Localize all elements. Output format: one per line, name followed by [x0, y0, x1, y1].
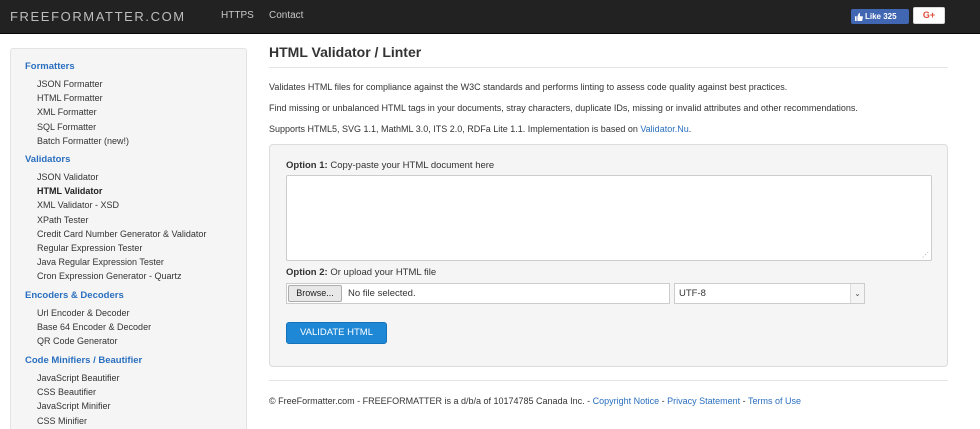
sidebar-section-title[interactable]: Code Minifiers / Beautifier — [25, 355, 142, 366]
intro-paragraph: Validates HTML files for compliance agai… — [269, 82, 788, 92]
sidebar-item-json-formatter[interactable]: JSON Formatter — [37, 79, 103, 89]
terms-of-use-link[interactable]: Terms of Use — [748, 396, 801, 406]
nav-link-contact[interactable]: Contact — [269, 10, 303, 21]
input-panel: Option 1: Copy-paste your HTML document … — [269, 144, 948, 367]
brand-logo[interactable]: FREEFORMATTER.COM — [10, 9, 186, 24]
sidebar-item-url-encoder-decoder[interactable]: Url Encoder & Decoder — [37, 308, 130, 318]
fb-like-label: Like 325 — [865, 12, 897, 21]
html-input-textarea[interactable]: ⋰ — [286, 175, 932, 261]
file-status-text: No file selected. — [348, 288, 416, 299]
top-navbar: FREEFORMATTER.COM HTTPS Contact Like 325… — [0, 0, 980, 34]
sidebar-item-base-64-encoder-decoder[interactable]: Base 64 Encoder & Decoder — [37, 322, 151, 332]
footer-divider — [269, 380, 948, 381]
charset-value: UTF-8 — [679, 288, 706, 299]
browse-button[interactable]: Browse... — [288, 285, 342, 302]
supports-paragraph: Supports HTML5, SVG 1.1, MathML 3.0, ITS… — [269, 124, 691, 134]
option2-prefix: Option 2: — [286, 267, 328, 278]
title-divider — [269, 67, 948, 68]
description-paragraph: Find missing or unbalanced HTML tags in … — [269, 103, 858, 113]
sidebar-item-credit-card-number-generator-validator[interactable]: Credit Card Number Generator & Validator — [37, 229, 206, 239]
footer: © FreeFormatter.com - FREEFORMATTER is a… — [269, 396, 801, 406]
supports-end: . — [688, 124, 692, 134]
sidebar-item-java-regular-expression-tester[interactable]: Java Regular Expression Tester — [37, 257, 164, 267]
sidebar-item-regular-expression-tester[interactable]: Regular Expression Tester — [37, 243, 142, 253]
sidebar-item-sql-formatter[interactable]: SQL Formatter — [37, 122, 96, 132]
sidebar-item-xml-formatter[interactable]: XML Formatter — [37, 107, 97, 117]
sidebar-section-title[interactable]: Validators — [25, 154, 70, 165]
option2-text: Or upload your HTML file — [327, 267, 437, 278]
file-upload-input[interactable]: Browse... No file selected. — [286, 283, 670, 304]
option2-label: Option 2: Or upload your HTML file — [286, 267, 436, 278]
validate-html-button[interactable]: VALIDATE HTML — [286, 322, 387, 344]
sidebar-item-html-formatter[interactable]: HTML Formatter — [37, 93, 103, 103]
sidebar-section-title[interactable]: Formatters — [25, 61, 75, 72]
sidebar-item-cron-expression-generator-quartz[interactable]: Cron Expression Generator - Quartz — [37, 271, 182, 281]
footer-separator: - — [659, 396, 668, 406]
supports-text: Supports HTML5, SVG 1.1, MathML 3.0, ITS… — [269, 124, 641, 134]
sidebar-item-html-validator[interactable]: HTML Validator — [37, 186, 102, 196]
option1-label: Option 1: Copy-paste your HTML document … — [286, 160, 494, 171]
footer-separator: - — [740, 396, 748, 406]
nav-link-https[interactable]: HTTPS — [221, 10, 254, 21]
option1-text: Copy-paste your HTML document here — [327, 160, 495, 171]
chevron-down-icon[interactable]: ⌄ — [850, 284, 864, 303]
copyright-notice-link[interactable]: Copyright Notice — [593, 396, 660, 406]
facebook-like-button[interactable]: Like 325 — [851, 9, 909, 24]
sidebar-item-javascript-beautifier[interactable]: JavaScript Beautifier — [37, 373, 120, 383]
google-plus-button[interactable]: G+ — [913, 7, 945, 24]
page-title: HTML Validator / Linter — [269, 44, 422, 60]
option1-prefix: Option 1: — [286, 160, 328, 171]
thumbs-up-icon — [855, 13, 863, 21]
sidebar-item-css-beautifier[interactable]: CSS Beautifier — [37, 387, 96, 397]
privacy-statement-link[interactable]: Privacy Statement — [667, 396, 740, 406]
sidebar-item-batch-formatter-new[interactable]: Batch Formatter (new!) — [37, 136, 129, 146]
resize-grip-icon[interactable]: ⋰ — [922, 252, 929, 259]
validator-nu-link[interactable]: Validator.Nu — [640, 124, 688, 134]
sidebar-section-title[interactable]: Encoders & Decoders — [25, 290, 124, 301]
sidebar-item-json-validator[interactable]: JSON Validator — [37, 172, 98, 182]
charset-select[interactable]: UTF-8 ⌄ — [674, 283, 865, 304]
sidebar-item-xml-validator-xsd[interactable]: XML Validator - XSD — [37, 200, 119, 210]
sidebar-item-xpath-tester[interactable]: XPath Tester — [37, 215, 88, 225]
sidebar-item-javascript-minifier[interactable]: JavaScript Minifier — [37, 401, 111, 411]
sidebar-item-qr-code-generator[interactable]: QR Code Generator — [37, 336, 118, 346]
footer-text: © FreeFormatter.com - FREEFORMATTER is a… — [269, 396, 593, 406]
sidebar-item-css-minifier[interactable]: CSS Minifier — [37, 416, 87, 426]
